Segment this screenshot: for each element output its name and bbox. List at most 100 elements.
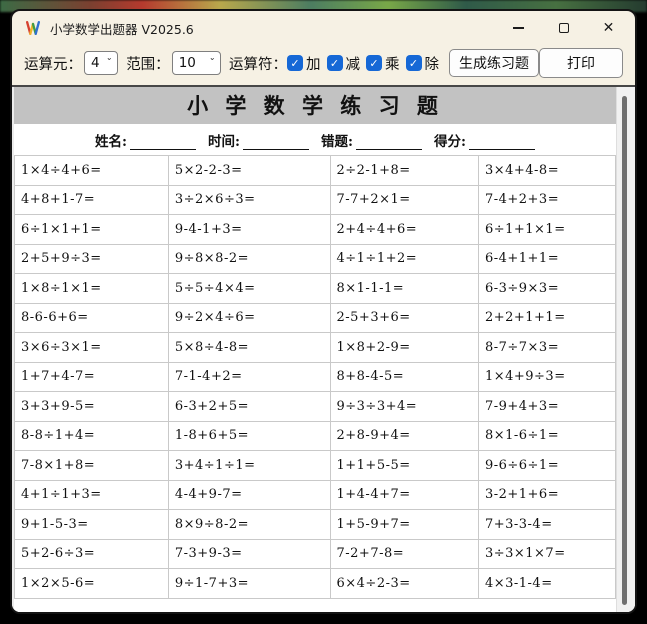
problem-row: 7-8×1+8=3+4÷1÷1=1+1+5-5=9-6÷6÷1= [15,451,616,481]
chevron-down-icon: ˅ [209,58,215,68]
problem-cell: 9÷1-7+3= [168,569,330,599]
problem-cell: 3÷3×1×7= [478,539,615,569]
score-field: 得分: [434,130,535,150]
worksheet-header-fields: 姓名: 时间: 错题: 得分: [14,124,616,155]
problem-cell: 4+1÷1+3= [15,480,169,510]
problem-cell: 7-3+9-3= [168,539,330,569]
problem-cell: 3+4÷1÷1= [168,451,330,481]
problem-cell: 5÷5÷4×4= [168,274,330,304]
problem-row: 4+8+1-7=3÷2×6÷3=7-7+2×1=7-4+2+3= [15,185,616,215]
problem-cell: 1+7+4-7= [15,362,169,392]
minimize-icon [513,27,524,29]
operand-value: 4 [91,55,100,71]
problem-cell: 4+8+1-7= [15,185,169,215]
problem-row: 9+1-5-3=8×9÷8-2=1+5-9+7=7+3-3-4= [15,510,616,540]
problem-cell: 1+4-4+7= [330,480,478,510]
operator-divide-label: 除 [425,53,440,74]
problem-row: 8-8÷1+4=1-8+6+5=2+8-9+4=8×1-6÷1= [15,421,616,451]
problem-cell: 1×8+2-9= [330,333,478,363]
problem-cell: 6-4+1+1= [478,244,615,274]
problem-cell: 7-2+7-8= [330,539,478,569]
problem-cell: 9-4-1+3= [168,215,330,245]
close-icon: ✕ [603,20,615,36]
problem-cell: 2+2+1+1= [478,303,615,333]
range-select[interactable]: 10 ˅ [172,51,221,75]
problem-cell: 5+2-6÷3= [15,539,169,569]
generate-button[interactable]: 生成练习题 [449,49,539,77]
operand-select[interactable]: 4 ˅ [84,51,118,75]
range-value: 10 [179,55,196,71]
print-button[interactable]: 打印 [539,48,623,78]
worksheet-panel: 小 学 数 学 练 习 题 姓名: 时间: 错题: 得分: 1×4÷4+6=5×… [12,85,635,612]
titlebar: 小学数学出题器 V2025.6 ✕ [12,11,635,45]
problem-cell: 6-3+2+5= [168,392,330,422]
problem-row: 8-6-6+6=9÷2×4÷6=2-5+3+6=2+2+1+1= [15,303,616,333]
problem-cell: 9÷2×4÷6= [168,303,330,333]
problem-row: 4+1÷1+3=4-4+9-7=1+4-4+7=3-2+1+6= [15,480,616,510]
maximize-button[interactable] [541,13,586,43]
problem-cell: 4-4+9-7= [168,480,330,510]
operator-checkbox-multiply[interactable]: ✓ 乘 [366,53,400,74]
worksheet: 小 学 数 学 练 习 题 姓名: 时间: 错题: 得分: 1×4÷4+6=5×… [14,87,616,612]
blank-line [356,136,422,150]
operator-subtract-label: 减 [346,53,361,74]
problem-row: 2+5+9÷3=9÷8×8-2=4÷1÷1+2=6-4+1+1= [15,244,616,274]
checkbox-checked-icon: ✓ [287,55,303,71]
checkbox-checked-icon: ✓ [327,55,343,71]
blank-line [130,136,196,150]
problem-cell: 2÷2-1+8= [330,156,478,186]
operator-add-label: 加 [306,53,321,74]
problem-cell: 9+1-5-3= [15,510,169,540]
operator-checkbox-add[interactable]: ✓ 加 [287,53,321,74]
worksheet-title: 小 学 数 学 练 习 题 [14,87,616,124]
problem-cell: 9÷3÷3+4= [330,392,478,422]
checkbox-checked-icon: ✓ [406,55,422,71]
problem-cell: 1×2×5-6= [15,569,169,599]
problem-cell: 1×8÷1×1= [15,274,169,304]
problem-cell: 7-8×1+8= [15,451,169,481]
chevron-down-icon: ˅ [106,58,112,68]
problem-cell: 4×3-1-4= [478,569,615,599]
maximize-icon [559,23,569,33]
problem-cell: 3-2+1+6= [478,480,615,510]
app-logo-icon [24,19,42,37]
scrollbar-track[interactable] [616,87,635,612]
range-label: 范围： [126,53,170,74]
problem-cell: 1×4÷4+6= [15,156,169,186]
problem-cell: 2+4÷4+6= [330,215,478,245]
problem-cell: 3÷2×6÷3= [168,185,330,215]
operators-label: 运算符： [229,53,287,74]
problem-cell: 6-3÷9×3= [478,274,615,304]
window-title: 小学数学出题器 V2025.6 [50,19,194,38]
problem-cell: 8-8÷1+4= [15,421,169,451]
problem-cell: 8×1-1-1= [330,274,478,304]
problem-cell: 1×4+9÷3= [478,362,615,392]
name-field: 姓名: [95,130,196,150]
problems-table-body: 1×4÷4+6=5×2-2-3=2÷2-1+8=3×4+4-8=4+8+1-7=… [15,156,616,599]
time-field: 时间: [208,130,309,150]
problem-cell: 2-5+3+6= [330,303,478,333]
problem-row: 3×6÷3×1=5×8÷4-8=1×8+2-9=8-7÷7×3= [15,333,616,363]
minimize-button[interactable] [496,13,541,43]
scrollbar-thumb[interactable] [622,96,627,605]
problem-cell: 8×1-6÷1= [478,421,615,451]
problem-cell: 7-1-4+2= [168,362,330,392]
problem-cell: 1+1+5-5= [330,451,478,481]
close-button[interactable]: ✕ [586,13,631,43]
problem-row: 1×2×5-6=9÷1-7+3=6×4÷2-3=4×3-1-4= [15,569,616,599]
problem-row: 5+2-6÷3=7-3+9-3=7-2+7-8=3÷3×1×7= [15,539,616,569]
problem-cell: 7-4+2+3= [478,185,615,215]
problem-cell: 8-6-6+6= [15,303,169,333]
problem-cell: 8-7÷7×3= [478,333,615,363]
operator-checkbox-subtract[interactable]: ✓ 减 [327,53,361,74]
problem-cell: 6÷1+1×1= [478,215,615,245]
problem-cell: 7-9+4+3= [478,392,615,422]
app-window: 小学数学出题器 V2025.6 ✕ 运算元： 4 ˅ 范围： 10 ˅ 运算符：… [10,9,637,614]
problem-cell: 6÷1×1+1= [15,215,169,245]
problem-row: 1×8÷1×1=5÷5÷4×4=8×1-1-1=6-3÷9×3= [15,274,616,304]
problem-row: 1+7+4-7=7-1-4+2=8+8-4-5=1×4+9÷3= [15,362,616,392]
operator-checkbox-divide[interactable]: ✓ 除 [406,53,440,74]
problem-cell: 1-8+6+5= [168,421,330,451]
problem-row: 3+3+9-5=6-3+2+5=9÷3÷3+4=7-9+4+3= [15,392,616,422]
problem-row: 6÷1×1+1=9-4-1+3=2+4÷4+6=6÷1+1×1= [15,215,616,245]
